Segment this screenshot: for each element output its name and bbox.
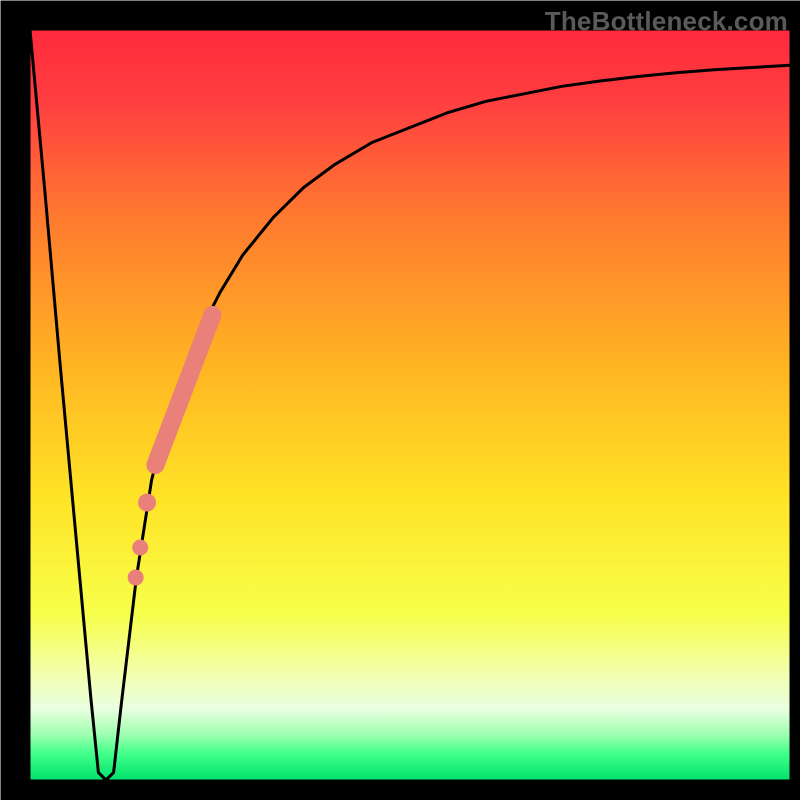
- chart-container: TheBottleneck.com: [0, 0, 800, 800]
- highlight-dot: [132, 540, 148, 556]
- gradient-background: [30, 30, 790, 780]
- highlight-dot: [138, 494, 156, 512]
- highlight-dot: [128, 570, 144, 586]
- watermark-text: TheBottleneck.com: [545, 6, 788, 37]
- bottleneck-chart: [0, 0, 800, 800]
